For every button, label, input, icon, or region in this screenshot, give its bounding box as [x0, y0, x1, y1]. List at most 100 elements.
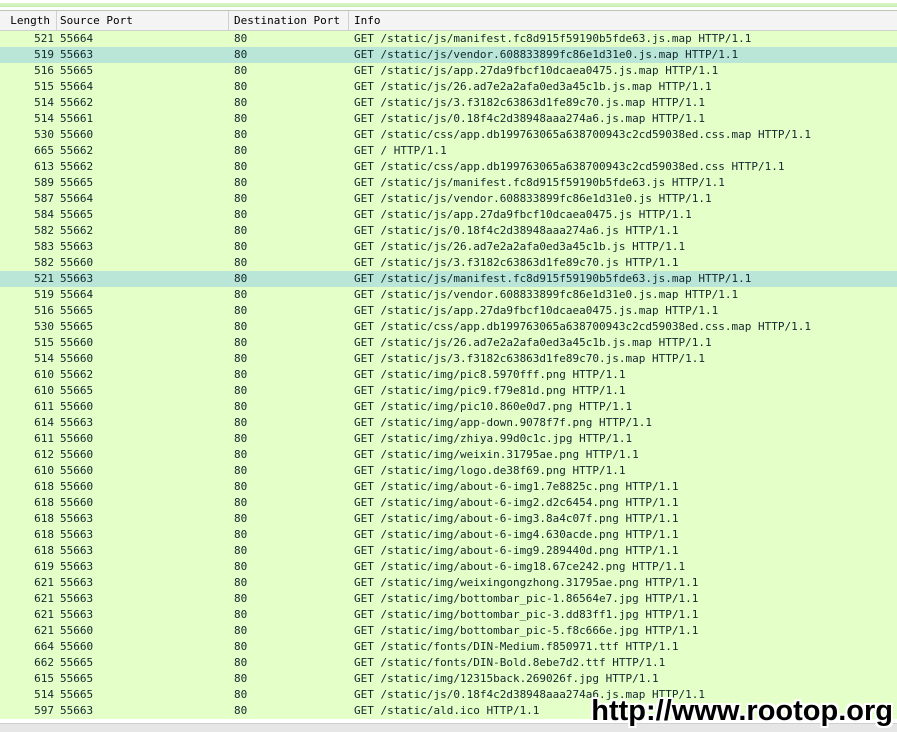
cell-length: 613: [34, 160, 54, 173]
cell-length: 516: [34, 64, 54, 77]
table-row[interactable]: 582 55660 80 GET /static/js/3.f3182c63863d1…: [0, 255, 897, 271]
cell-destination-port: 80: [234, 48, 248, 61]
table-row[interactable]: 610 55665 80 GET /static/img/pic9.f79e81d.p…: [0, 383, 897, 399]
table-row[interactable]: 589 55665 80 GET /static/js/manifest.fc8d91…: [0, 175, 897, 191]
cell-length: 619: [34, 560, 54, 573]
cell-destination-port: 80: [234, 496, 248, 509]
table-row[interactable]: 614 55663 80 GET /static/img/app-down.9078f…: [0, 415, 897, 431]
table-row[interactable]: 583 55663 80 GET /static/js/26.ad7e2a2afa0e…: [0, 239, 897, 255]
cell-source-port: 55663: [60, 416, 94, 429]
toolbar-strip: [0, 0, 897, 11]
cell-info: GET /static/js/vendor.608833899fc86e1d31…: [354, 288, 739, 301]
cell-length: 618: [34, 496, 54, 509]
table-row[interactable]: 516 55665 80 GET /static/js/app.27da9fbcf10…: [0, 63, 897, 79]
cell-source-port: 55660: [60, 640, 94, 653]
table-row[interactable]: 621 55660 80 GET /static/img/bottombar_pic-…: [0, 623, 897, 639]
table-row[interactable]: 611 55660 80 GET /static/img/zhiya.99d0c1c.…: [0, 431, 897, 447]
cell-source-port: 55663: [60, 608, 94, 621]
cell-source-port: 55663: [60, 704, 94, 717]
cell-length: 610: [34, 368, 54, 381]
cell-info: GET / HTTP/1.1: [354, 144, 447, 157]
cell-length: 662: [34, 656, 54, 669]
table-row[interactable]: 516 55665 80 GET /static/js/app.27da9fbcf10…: [0, 303, 897, 319]
table-row[interactable]: 521 55663 80 GET /static/js/manifest.fc8d91…: [0, 271, 897, 287]
cell-source-port: 55660: [60, 256, 94, 269]
table-row[interactable]: 618 55663 80 GET /static/img/about-6-img3.8…: [0, 511, 897, 527]
table-row[interactable]: 519 55663 80 GET /static/js/vendor.60883389…: [0, 47, 897, 63]
table-row[interactable]: 618 55660 80 GET /static/img/about-6-img1.7…: [0, 479, 897, 495]
table-row[interactable]: 515 55660 80 GET /static/js/26.ad7e2a2afa0e…: [0, 335, 897, 351]
table-row[interactable]: 613 55662 80 GET /static/css/app.db19976306…: [0, 159, 897, 175]
cell-source-port: 55662: [60, 368, 94, 381]
cell-length: 618: [34, 544, 54, 557]
table-row[interactable]: 587 55664 80 GET /static/js/vendor.60883389…: [0, 191, 897, 207]
cell-destination-port: 80: [234, 560, 248, 573]
cell-length: 582: [34, 224, 54, 237]
cell-destination-port: 80: [234, 704, 248, 717]
table-row[interactable]: 584 55665 80 GET /static/js/app.27da9fbcf10…: [0, 207, 897, 223]
cell-length: 530: [34, 320, 54, 333]
cell-source-port: 55662: [60, 160, 94, 173]
table-row[interactable]: 618 55663 80 GET /static/img/about-6-img9.2…: [0, 543, 897, 559]
cell-source-port: 55660: [60, 624, 94, 637]
cell-info: GET /static/js/0.18f4c2d38948aaa274a6.js…: [354, 224, 679, 237]
table-row[interactable]: 619 55663 80 GET /static/img/about-6-img18.…: [0, 559, 897, 575]
table-row[interactable]: 515 55664 80 GET /static/js/26.ad7e2a2afa0e…: [0, 79, 897, 95]
table-row[interactable]: 665 55662 80 GET / HTTP/1.1: [0, 143, 897, 159]
table-row[interactable]: 664 55660 80 GET /static/fonts/DIN-Medium.f…: [0, 639, 897, 655]
table-row[interactable]: 621 55663 80 GET /static/img/bottombar_pic-…: [0, 607, 897, 623]
cell-destination-port: 80: [234, 384, 248, 397]
table-row[interactable]: 662 55665 80 GET /static/fonts/DIN-Bold.8eb…: [0, 655, 897, 671]
cell-source-port: 55664: [60, 32, 94, 45]
table-row[interactable]: 514 55661 80 GET /static/js/0.18f4c2d38948a…: [0, 111, 897, 127]
cell-info: GET /static/js/app.27da9fbcf10dcaea0475.…: [354, 304, 719, 317]
table-row[interactable]: 530 55665 80 GET /static/css/app.db19976306…: [0, 319, 897, 335]
cell-info: GET /static/js/manifest.fc8d915f59190b5f…: [354, 32, 752, 45]
cell-source-port: 55664: [60, 192, 94, 205]
cell-length: 521: [34, 32, 54, 45]
table-row[interactable]: 611 55660 80 GET /static/img/pic10.860e0d7.…: [0, 399, 897, 415]
table-row[interactable]: 514 55660 80 GET /static/js/3.f3182c63863d1…: [0, 351, 897, 367]
cell-source-port: 55665: [60, 64, 94, 77]
cell-length: 515: [34, 336, 54, 349]
column-header-source-port[interactable]: Source Port: [57, 11, 229, 30]
cell-info: GET /static/css/app.db199763065a63870094…: [354, 320, 811, 333]
column-header-destination-port[interactable]: Destination Port: [229, 11, 349, 30]
table-row[interactable]: 519 55664 80 GET /static/js/vendor.60883389…: [0, 287, 897, 303]
cell-info: GET /static/img/12315back.269026f.jpg HT…: [354, 672, 659, 685]
table-row[interactable]: 521 55664 80 GET /static/js/manifest.fc8d91…: [0, 31, 897, 47]
cell-info: GET /static/img/weixin.31795ae.png HTTP/…: [354, 448, 639, 461]
table-row[interactable]: 514 55662 80 GET /static/js/3.f3182c63863d1…: [0, 95, 897, 111]
cell-destination-port: 80: [234, 544, 248, 557]
cell-destination-port: 80: [234, 432, 248, 445]
cell-source-port: 55665: [60, 384, 94, 397]
table-row[interactable]: 621 55663 80 GET /static/img/bottombar_pic-…: [0, 591, 897, 607]
table-row[interactable]: 612 55660 80 GET /static/img/weixin.31795ae…: [0, 447, 897, 463]
cell-length: 530: [34, 128, 54, 141]
table-row[interactable]: 530 55660 80 GET /static/css/app.db19976306…: [0, 127, 897, 143]
cell-info: GET /static/img/pic10.860e0d7.png HTTP/1…: [354, 400, 633, 413]
cell-info: GET /static/fonts/DIN-Medium.f850971.ttf…: [354, 640, 679, 653]
cell-info: GET /static/img/app-down.9078f7f.png HTT…: [354, 416, 653, 429]
table-row[interactable]: 582 55662 80 GET /static/js/0.18f4c2d38948a…: [0, 223, 897, 239]
column-header-info[interactable]: Info: [349, 11, 897, 30]
column-header-length[interactable]: Length: [0, 11, 57, 30]
cell-info: GET /static/js/3.f3182c63863d1fe89c70.js…: [354, 256, 679, 269]
cell-info: GET /static/js/3.f3182c63863d1fe89c70.js…: [354, 352, 705, 365]
cell-length: 587: [34, 192, 54, 205]
cell-length: 664: [34, 640, 54, 653]
cell-length: 618: [34, 512, 54, 525]
table-row[interactable]: 618 55660 80 GET /static/img/about-6-img2.d…: [0, 495, 897, 511]
table-row[interactable]: 615 55665 80 GET /static/img/12315back.2690…: [0, 671, 897, 687]
table-row[interactable]: 610 55662 80 GET /static/img/pic8.5970fff.p…: [0, 367, 897, 383]
cell-info: GET /static/img/about-6-img4.630acde.png…: [354, 528, 679, 541]
cell-info: GET /static/img/pic8.5970fff.png HTTP/1.…: [354, 368, 626, 381]
cell-destination-port: 80: [234, 224, 248, 237]
cell-info: GET /static/js/manifest.fc8d915f59190b5f…: [354, 272, 752, 285]
cell-source-port: 55663: [60, 240, 94, 253]
table-row[interactable]: 610 55660 80 GET /static/img/logo.de38f69.p…: [0, 463, 897, 479]
cell-destination-port: 80: [234, 288, 248, 301]
table-row[interactable]: 621 55663 80 GET /static/img/weixingongzhon…: [0, 575, 897, 591]
cell-length: 621: [34, 592, 54, 605]
table-row[interactable]: 618 55663 80 GET /static/img/about-6-img4.6…: [0, 527, 897, 543]
